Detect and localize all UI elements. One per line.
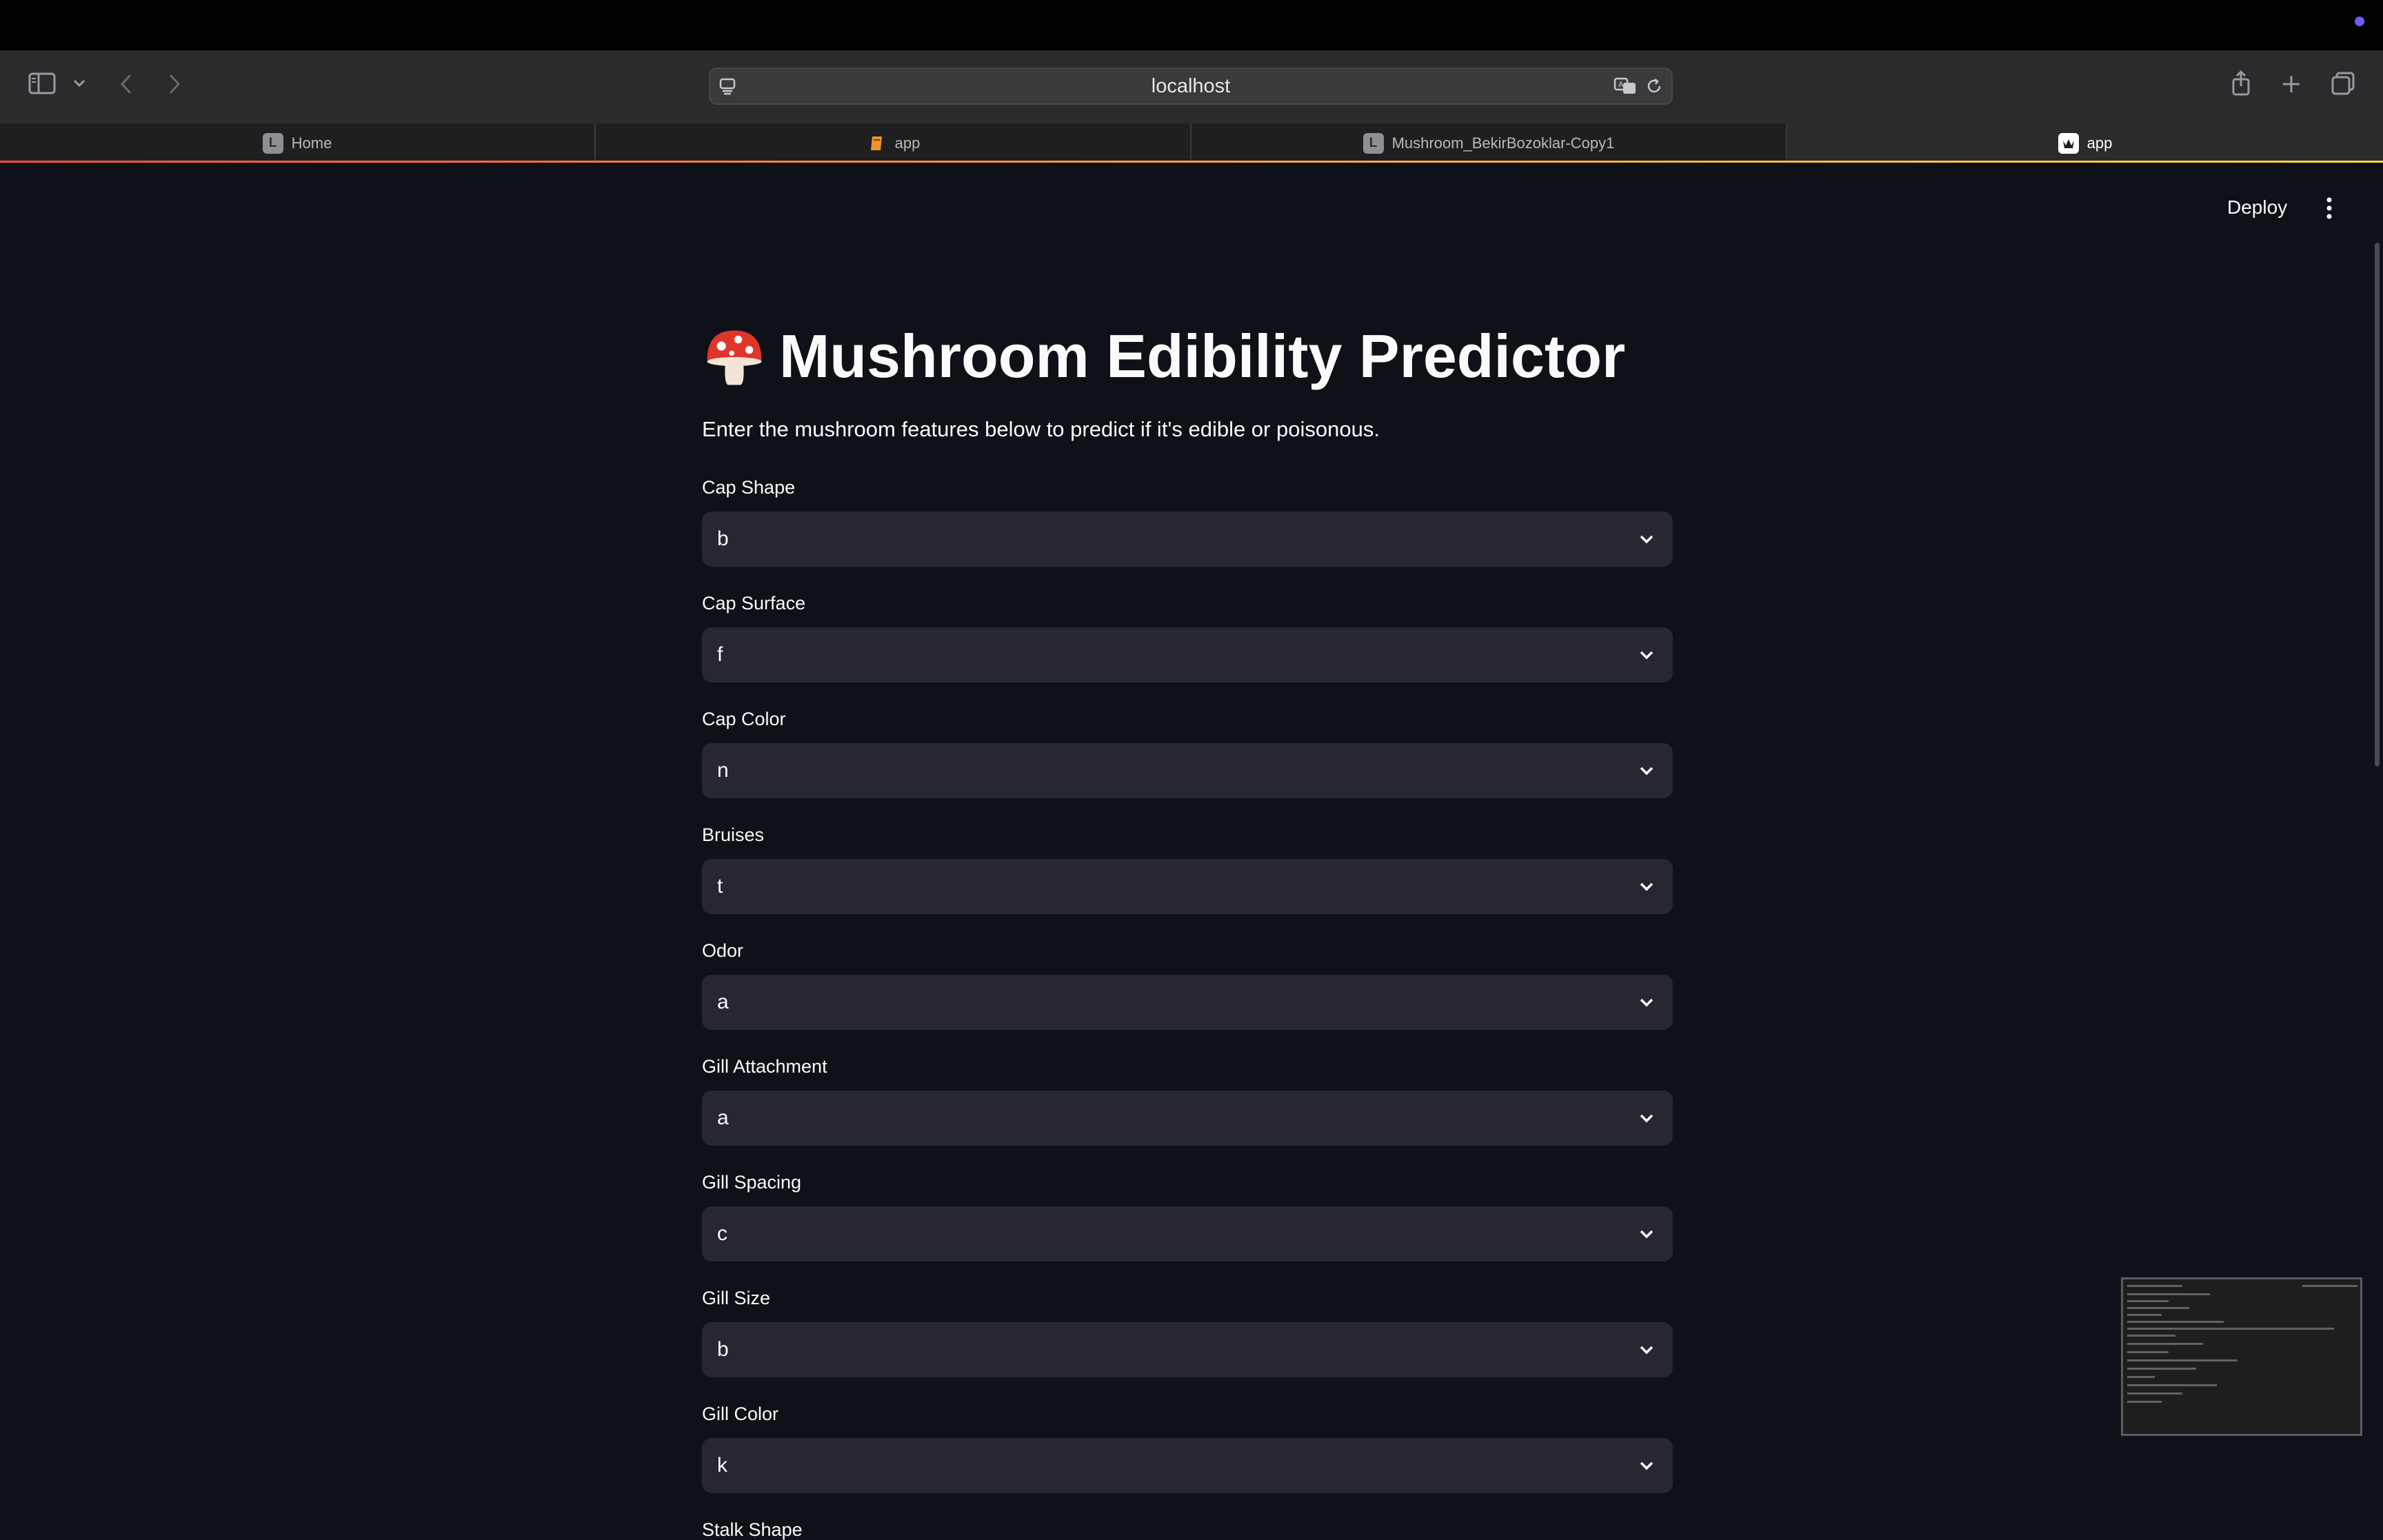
book-icon (866, 133, 887, 154)
chevron-down-icon (1640, 882, 1653, 891)
tab-notebook[interactable]: L Mushroom_BekirBozoklar-Copy1 (1192, 123, 1787, 163)
field-label: Odor (702, 940, 744, 961)
mushroom-icon (707, 330, 762, 385)
streamlit-crown-icon (2058, 132, 2079, 154)
tab-app-1[interactable]: app (596, 123, 1192, 163)
more-menu-icon[interactable] (2321, 194, 2337, 222)
select-value: k (717, 1454, 727, 1477)
select-cap-color[interactable]: n (702, 743, 1673, 798)
chevron-down-icon (1640, 651, 1653, 660)
chevron-down-icon (1640, 1346, 1653, 1355)
tab-app-active[interactable]: app (1787, 123, 2383, 163)
chevron-down-icon (1640, 1230, 1653, 1239)
menu-bar (0, 0, 2383, 50)
field-label: Gill Attachment (702, 1056, 827, 1077)
chevron-down-icon (1640, 1461, 1653, 1470)
chevron-down-icon[interactable] (69, 75, 90, 92)
address-bar[interactable]: localhost A (709, 68, 1673, 105)
select-gill-color[interactable]: k (702, 1438, 1673, 1493)
browser-toolbar: localhost A (0, 50, 2383, 123)
tab-strip: L Home app L Mushroom_BekirBozoklar-Copy… (0, 123, 2383, 163)
window-thumbnail[interactable] (2121, 1277, 2362, 1436)
chevron-down-icon (1640, 767, 1653, 776)
field-label: Bruises (702, 824, 765, 845)
address-text: localhost (1151, 74, 1231, 97)
select-value: a (717, 991, 729, 1013)
select-value: n (717, 759, 729, 782)
field-label: Cap Shape (702, 477, 796, 498)
tab-label: app (894, 134, 921, 152)
select-cap-shape[interactable]: b (702, 511, 1673, 567)
field-stalk-shape: Stalk Shape (702, 1519, 1673, 1540)
select-value: b (717, 1338, 729, 1361)
page-title-text: Mushroom Edibility Predictor (779, 322, 1626, 390)
status-dot-icon (2355, 17, 2364, 26)
select-gill-attachment[interactable]: a (702, 1091, 1673, 1146)
select-value: a (717, 1106, 729, 1129)
select-odor[interactable]: a (702, 975, 1673, 1030)
field-label: Cap Surface (702, 593, 806, 614)
svg-text:A: A (1618, 80, 1624, 89)
select-value: t (717, 875, 723, 898)
select-gill-size[interactable]: b (702, 1322, 1673, 1377)
sidebar-toggle-icon[interactable] (26, 70, 58, 97)
select-value: b (717, 527, 729, 550)
tab-label: Home (291, 134, 332, 152)
tab-home[interactable]: L Home (0, 123, 596, 163)
field-label: Gill Spacing (702, 1172, 802, 1193)
field-label: Cap Color (702, 709, 786, 729)
reload-icon[interactable] (1644, 76, 1665, 97)
back-icon[interactable] (114, 71, 138, 97)
tab-overview-icon[interactable] (2329, 70, 2357, 97)
translate-icon[interactable]: A (1613, 76, 1638, 97)
chevron-down-icon (1640, 998, 1653, 1007)
select-value: c (717, 1222, 727, 1245)
field-label: Gill Color (702, 1404, 779, 1424)
page-title: Mushroom Edibility Predictor (702, 318, 1673, 394)
share-icon[interactable] (2229, 68, 2253, 99)
chevron-down-icon (1640, 1114, 1653, 1123)
chevron-down-icon (1640, 535, 1653, 544)
select-gill-spacing[interactable]: c (702, 1206, 1673, 1262)
page-scrollbar[interactable] (2375, 243, 2380, 767)
deploy-button[interactable]: Deploy (2227, 196, 2287, 219)
select-bruises[interactable]: t (702, 859, 1673, 914)
select-cap-surface[interactable]: f (702, 627, 1673, 682)
tab-label: Mushroom_BekirBozoklar-Copy1 (1391, 134, 1615, 152)
new-tab-icon[interactable] (2278, 71, 2304, 97)
letter-l-favicon-icon: L (1363, 132, 1384, 154)
field-label: Stalk Shape (702, 1519, 803, 1540)
letter-l-favicon-icon: L (262, 132, 283, 154)
select-value: f (717, 643, 723, 666)
tab-label: app (2087, 134, 2113, 152)
page-subtitle: Enter the mushroom features below to pre… (702, 417, 1380, 441)
tab-accent-line (0, 161, 2383, 163)
forward-icon[interactable] (163, 71, 186, 97)
field-label: Gill Size (702, 1288, 771, 1308)
